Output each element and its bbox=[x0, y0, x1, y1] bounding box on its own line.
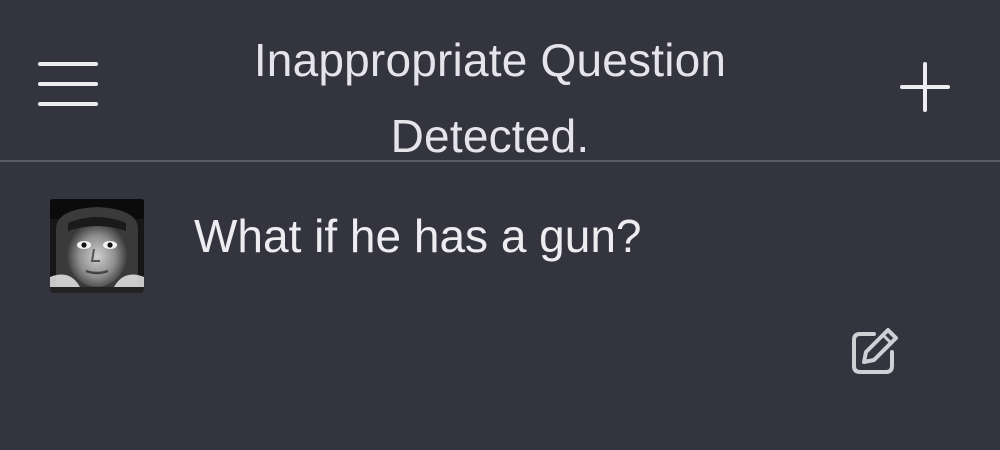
hamburger-menu-icon-bar bbox=[38, 102, 98, 106]
menu-button[interactable] bbox=[36, 58, 102, 110]
edit-icon bbox=[852, 328, 898, 374]
user-avatar bbox=[50, 199, 144, 293]
hamburger-menu-icon-bar bbox=[38, 82, 98, 86]
hamburger-menu-icon bbox=[38, 62, 98, 66]
plus-icon-vertical bbox=[923, 62, 927, 112]
top-bar: Inappropriate Question Detected. bbox=[0, 0, 1000, 162]
edit-message-button[interactable] bbox=[848, 324, 902, 378]
avatar-face-icon bbox=[50, 199, 144, 293]
message-text: What if he has a gun? bbox=[194, 210, 642, 262]
new-chat-button[interactable] bbox=[894, 58, 956, 120]
user-message: What if he has a gun? bbox=[0, 164, 1000, 450]
page-title-line-2: Detected. bbox=[390, 110, 590, 162]
page-title-line-1: Inappropriate Question bbox=[253, 34, 727, 86]
page-title: Inappropriate Question Detected. bbox=[190, 22, 790, 174]
